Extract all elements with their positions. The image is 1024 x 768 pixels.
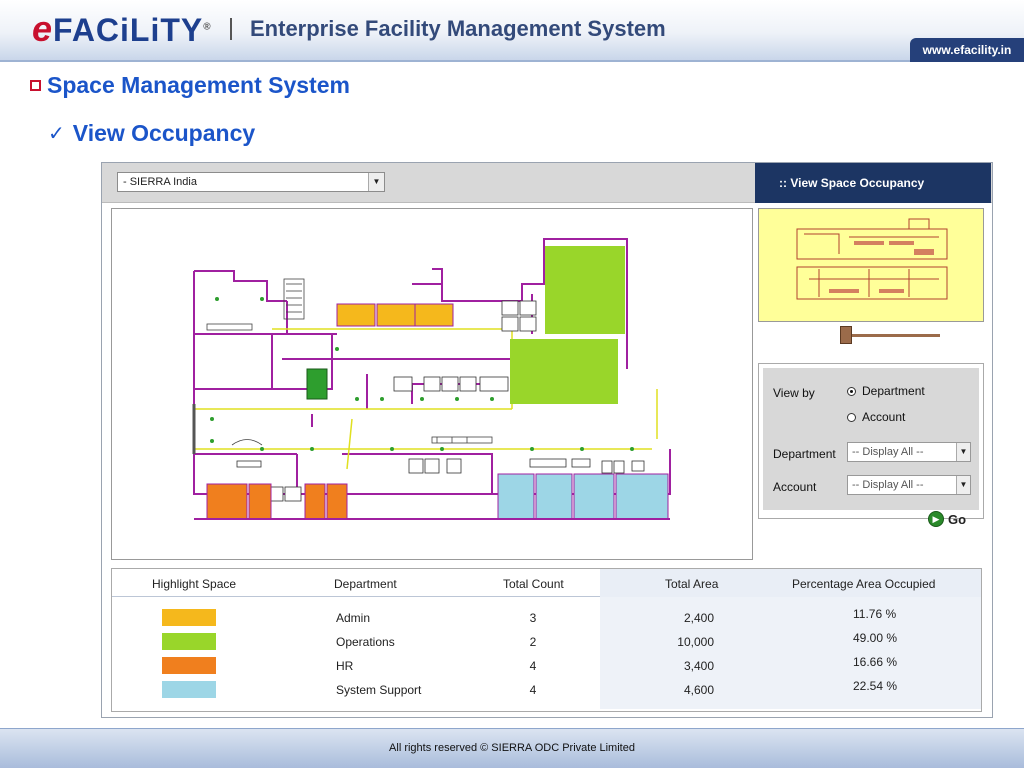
header-highlight-space: Highlight Space bbox=[152, 577, 237, 591]
cell-total-area: 2,400 bbox=[683, 611, 714, 625]
logo-e: e bbox=[32, 8, 54, 49]
highlight-swatch bbox=[162, 609, 216, 626]
header-percentage-area: Percentage Area Occupied bbox=[792, 577, 936, 591]
radio-account[interactable]: Account bbox=[847, 410, 905, 424]
cell-total-count: 4 bbox=[529, 659, 537, 673]
account-select-value: -- Display All -- bbox=[852, 479, 924, 491]
dropdown-arrow-icon[interactable]: ▼ bbox=[956, 476, 970, 494]
header-total-count: Total Count bbox=[503, 577, 564, 591]
floor-plan-panel[interactable] bbox=[111, 208, 753, 560]
highlight-swatch bbox=[162, 633, 216, 650]
section-heading-text: Space Management System bbox=[47, 72, 350, 98]
filter-panel: View by Department Account Department --… bbox=[758, 363, 984, 519]
occupancy-app-window: - SIERRA India ▼ :: View Space Occupancy bbox=[101, 162, 993, 718]
checkmark-icon: ✓ bbox=[48, 123, 65, 145]
cell-department: Operations bbox=[336, 635, 395, 649]
cell-percentage: 22.54 % bbox=[853, 679, 898, 693]
copyright-text: All rights reserved © SIERRA ODC Private… bbox=[389, 742, 635, 754]
zoom-slider[interactable] bbox=[840, 326, 944, 344]
website-link[interactable]: www.efacility.in bbox=[910, 38, 1024, 62]
radio-unselected-icon[interactable] bbox=[847, 412, 856, 422]
cell-percentage: 16.66 % bbox=[853, 655, 898, 669]
table-header-row: Highlight Space Department Total Count T… bbox=[112, 569, 981, 597]
mini-floor-plan bbox=[796, 218, 948, 300]
slide-root: eFACiLiTY® Enterprise Facility Managemen… bbox=[0, 0, 1024, 768]
go-button[interactable]: ▶ Go bbox=[928, 511, 966, 527]
overview-mini-map[interactable] bbox=[758, 208, 984, 322]
header-bar: eFACiLiTY® Enterprise Facility Managemen… bbox=[0, 0, 1024, 62]
cell-department: Admin bbox=[336, 611, 371, 625]
dropdown-arrow-icon[interactable]: ▼ bbox=[368, 173, 384, 191]
department-select[interactable]: -- Display All -- ▼ bbox=[847, 442, 971, 462]
header-total-area: Total Area bbox=[665, 577, 719, 591]
cell-total-count: 4 bbox=[529, 683, 537, 697]
zoom-slider-track[interactable] bbox=[852, 334, 940, 337]
header-department: Department bbox=[334, 577, 397, 591]
radio-department[interactable]: Department bbox=[847, 384, 925, 398]
cell-total-area: 4,600 bbox=[683, 683, 714, 697]
view-space-occupancy-button[interactable]: :: View Space Occupancy bbox=[755, 163, 991, 203]
radio-selected-icon[interactable] bbox=[847, 386, 856, 396]
subsection-heading-text: View Occupancy bbox=[72, 120, 256, 146]
logo-registered-mark: ® bbox=[203, 21, 212, 33]
cell-total-count: 3 bbox=[529, 611, 537, 625]
go-button-label: Go bbox=[948, 511, 967, 527]
header-title: Enterprise Facility Management System bbox=[250, 16, 666, 41]
filter-panel-body: View by Department Account Department --… bbox=[763, 368, 979, 510]
cell-total-area: 10,000 bbox=[677, 635, 714, 649]
header-separator bbox=[230, 18, 232, 40]
cell-percentage: 49.00 % bbox=[853, 631, 898, 645]
department-label: Department bbox=[773, 447, 836, 461]
highlight-swatch bbox=[162, 657, 216, 674]
radio-account-label: Account bbox=[862, 410, 906, 424]
cell-total-area: 3,400 bbox=[683, 659, 714, 673]
app-toolbar: - SIERRA India ▼ :: View Space Occupancy bbox=[102, 163, 992, 203]
account-label: Account bbox=[773, 480, 817, 494]
view-by-label: View by bbox=[773, 386, 815, 400]
location-select[interactable]: - SIERRA India ▼ bbox=[117, 172, 385, 192]
occupancy-table: Highlight Space Department Total Count T… bbox=[111, 568, 982, 712]
section-heading: Space Management System bbox=[30, 72, 350, 99]
footer-bar: All rights reserved © SIERRA ODC Private… bbox=[0, 728, 1024, 768]
cell-percentage: 11.76 % bbox=[853, 607, 897, 621]
square-bullet-icon bbox=[30, 80, 41, 91]
play-icon[interactable]: ▶ bbox=[928, 511, 944, 527]
dropdown-arrow-icon[interactable]: ▼ bbox=[956, 443, 970, 461]
cell-department: HR bbox=[336, 659, 354, 673]
department-select-value: -- Display All -- bbox=[852, 446, 924, 458]
subsection-heading: ✓ View Occupancy bbox=[48, 120, 255, 147]
account-select[interactable]: -- Display All -- ▼ bbox=[847, 475, 971, 495]
floor-plan-drawing bbox=[192, 238, 671, 520]
zoom-slider-handle[interactable] bbox=[840, 326, 852, 344]
highlight-swatch bbox=[162, 681, 216, 698]
cell-total-count: 2 bbox=[529, 635, 537, 649]
location-select-value: - SIERRA India bbox=[123, 176, 197, 188]
logo-text: FACiLiTY bbox=[53, 12, 204, 48]
cell-department: System Support bbox=[336, 683, 422, 697]
efacility-logo: eFACiLiTY® bbox=[32, 8, 212, 50]
radio-department-label: Department bbox=[862, 384, 925, 398]
